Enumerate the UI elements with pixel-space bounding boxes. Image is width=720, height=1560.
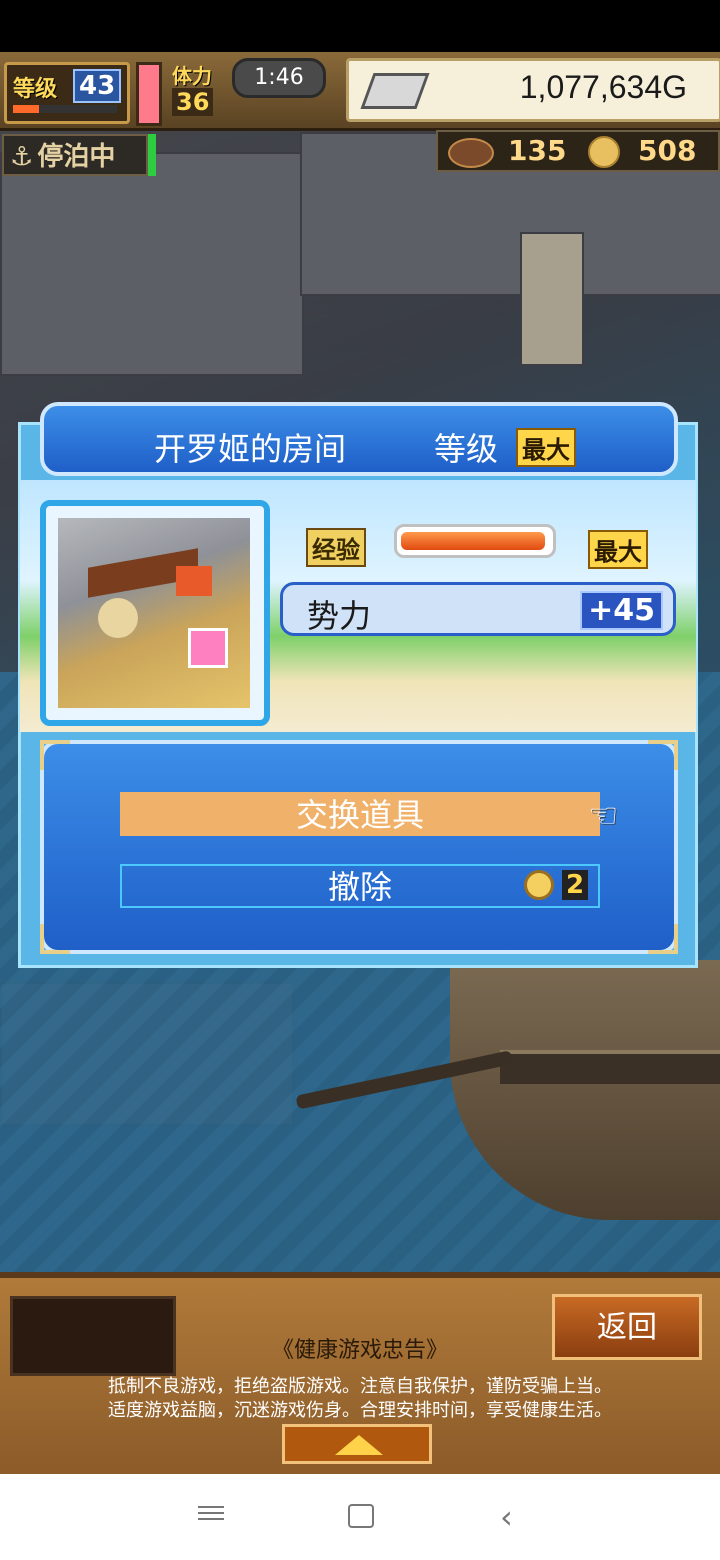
- power-label: 势力: [307, 597, 372, 635]
- exp-bar: [394, 524, 556, 558]
- money-value: 1,077,634G: [519, 69, 687, 105]
- system-nav-bar: ‹: [0, 1474, 720, 1560]
- shop-illustration: [58, 518, 250, 708]
- medal-icon: [588, 136, 620, 168]
- resource1-value: 135: [508, 134, 567, 167]
- facility-level-max-badge: 最大: [516, 428, 576, 467]
- action-panel: [40, 740, 678, 954]
- bottom-panel: 返回 《健康游戏忠告》 抵制不良游戏，拒绝盗版游戏。注意自我保护，谨防受骗上当。…: [0, 1272, 720, 1480]
- stamina-gauge: [136, 62, 162, 126]
- level-progress-bar: [13, 105, 117, 113]
- corner-ornament: [40, 924, 70, 954]
- up-arrow-icon: [335, 1435, 383, 1455]
- pot-icon: [448, 138, 494, 168]
- health-notice-title: 《健康游戏忠告》: [271, 1338, 448, 1363]
- anchor-status-label: 停泊中: [37, 142, 116, 172]
- resource-bar: 135 508: [436, 130, 720, 172]
- money-display[interactable]: 1,077,634G: [346, 58, 720, 122]
- game-time: 1:46: [232, 58, 326, 98]
- kairo-princess-sprite: [188, 628, 228, 668]
- exp-max-badge: 最大: [588, 530, 648, 569]
- level-value: 43: [73, 69, 122, 103]
- room-name: 开罗姬的房间: [154, 430, 347, 468]
- coin-icon: [524, 870, 554, 900]
- stamina-value: 36: [172, 88, 214, 116]
- silver-bar-icon: [360, 73, 430, 109]
- corner-ornament: [40, 740, 70, 770]
- health-notice-line-2: 适度游戏益脑，沉迷游戏伤身。合理安排时间，享受健康生活。: [108, 1400, 612, 1421]
- corner-ornament: [648, 740, 678, 770]
- anchor-status-badge[interactable]: ⚓ 停泊中: [2, 134, 148, 176]
- corner-ornament: [648, 924, 678, 954]
- menu-icon[interactable]: [198, 1502, 224, 1524]
- stamina-label: 体力: [172, 64, 212, 88]
- health-notice-line-1: 抵制不良游戏，拒绝盗版游戏。注意自我保护，谨防受骗上当。: [108, 1376, 612, 1397]
- top-hud: 等级 43 体力 36 1:46 1,077,634G: [0, 52, 720, 131]
- pointing-hand-icon: ☜: [588, 796, 619, 836]
- remove-cost: 2: [562, 870, 588, 900]
- facility-thumbnail: [40, 500, 270, 726]
- dialog-title-bar: 开罗姬的房间 等级 最大: [40, 402, 678, 476]
- exp-label: 经验: [306, 528, 366, 567]
- status-indicator: [148, 134, 156, 176]
- castle-wall: [0, 152, 304, 376]
- anchor-icon: ⚓: [10, 142, 34, 172]
- resource2-value: 508: [638, 134, 697, 167]
- ship-deck: [500, 1050, 720, 1084]
- lighthouse: [520, 232, 584, 366]
- home-icon[interactable]: [348, 1504, 374, 1528]
- sack: [98, 598, 138, 638]
- exp-bar-fill: [401, 532, 545, 550]
- power-stat: 势力 +45: [280, 582, 676, 636]
- facility-level-label: 等级: [434, 430, 499, 468]
- status-bar: [0, 0, 720, 52]
- exchange-items-button[interactable]: 交换道具: [120, 792, 600, 836]
- expand-menu-button[interactable]: [282, 1424, 432, 1464]
- crate: [176, 566, 212, 596]
- power-value: +45: [580, 591, 663, 630]
- back-icon[interactable]: ‹: [500, 1498, 513, 1536]
- level-label: 等级: [13, 77, 58, 102]
- player-level-box[interactable]: 等级 43: [4, 62, 130, 124]
